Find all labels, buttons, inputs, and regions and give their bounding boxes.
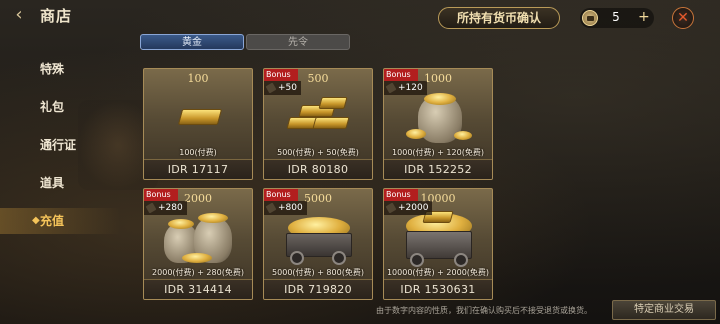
gold-bar-icon	[164, 87, 234, 143]
price-breakdown: 5000(付费) + 800(免费)	[272, 268, 364, 277]
sidebar-item-label: 充值	[40, 214, 65, 228]
sidebar-item-special[interactable]: 特殊	[0, 56, 120, 82]
price-label: IDR 152252	[384, 159, 492, 179]
back-button[interactable]: ‹	[8, 4, 30, 26]
active-arrow-icon: ◆	[32, 215, 40, 226]
page-title: 商店	[40, 7, 73, 25]
bonus-tag: Bonus	[384, 189, 418, 201]
bonus-amount: +50	[264, 81, 301, 95]
bonus-badge: Bonus +120	[384, 69, 427, 97]
product-card-10000[interactable]: 10000 Bonus +2000 10000(付费) + 2000(免费) I…	[383, 188, 493, 300]
bonus-badge: Bonus +280	[144, 189, 187, 217]
sidebar: 特殊 礼包 通行证 道具 ◆ 充值	[0, 50, 130, 290]
bonus-badge: Bonus +50	[264, 69, 304, 97]
currency-confirm-button[interactable]: 所持有货币确认	[438, 7, 560, 29]
bonus-tag: Bonus	[264, 189, 298, 201]
bonus-tag: Bonus	[264, 69, 298, 81]
price-breakdown: 500(付费) + 50(免费)	[277, 148, 359, 157]
bonus-badge: Bonus +2000	[384, 189, 433, 217]
currency-count: 5	[612, 10, 620, 24]
bonus-tag: Bonus	[384, 69, 418, 81]
sidebar-item-items[interactable]: 道具	[0, 170, 120, 196]
tab-shilling[interactable]: 先令	[246, 34, 350, 50]
sidebar-item-recharge[interactable]: ◆ 充值	[0, 208, 120, 234]
product-card-2000[interactable]: 2000 Bonus +280 2000(付费) + 280(免费) IDR 3…	[143, 188, 253, 300]
price-breakdown: 100(付费)	[179, 148, 217, 157]
ticket-currency-counter: 5 +	[580, 8, 654, 28]
sidebar-item-package[interactable]: 礼包	[0, 94, 120, 120]
bonus-amount: +2000	[384, 201, 433, 215]
bonus-amount: +120	[384, 81, 427, 95]
gold-quantity: 100	[187, 72, 209, 85]
bonus-amount: +800	[264, 201, 307, 215]
price-breakdown: 10000(付费) + 2000(免费)	[386, 268, 490, 277]
product-card-500[interactable]: 500 Bonus +50 500(付费) + 50(免费) IDR 80180	[263, 68, 373, 180]
refund-policy-note: 由于数字内容的性质，我们在确认购买后不接受退货或换货。	[376, 306, 592, 315]
tab-gold[interactable]: 黄金	[140, 34, 244, 50]
bonus-badge: Bonus +800	[264, 189, 307, 217]
bonus-amount: +280	[144, 201, 187, 215]
price-label: IDR 1530631	[384, 279, 492, 299]
bonus-tag: Bonus	[144, 189, 178, 201]
close-button[interactable]: ✕	[672, 7, 694, 29]
price-label: IDR 314414	[144, 279, 252, 299]
price-breakdown: 2000(付费) + 280(免费)	[152, 268, 244, 277]
ticket-icon	[582, 10, 598, 26]
sidebar-item-pass[interactable]: 通行证	[0, 132, 120, 158]
price-label: IDR 80180	[264, 159, 372, 179]
price-breakdown: 1000(付费) + 120(免费)	[392, 148, 484, 157]
price-label: IDR 719820	[264, 279, 372, 299]
currency-tabs: 黄金 先令	[140, 34, 350, 50]
product-card-5000[interactable]: 5000 Bonus +800 5000(付费) + 800(免费) IDR 7…	[263, 188, 373, 300]
product-card-100[interactable]: 100 100(付费) IDR 17117	[143, 68, 253, 180]
product-card-1000[interactable]: 1000 Bonus +120 1000(付费) + 120(免费) IDR 1…	[383, 68, 493, 180]
add-currency-button[interactable]: +	[638, 9, 650, 25]
price-label: IDR 17117	[144, 159, 252, 179]
top-bar: ‹ 商店 所持有货币确认 5 + ✕	[0, 0, 720, 34]
commerce-law-button[interactable]: 特定商业交易	[612, 300, 716, 320]
